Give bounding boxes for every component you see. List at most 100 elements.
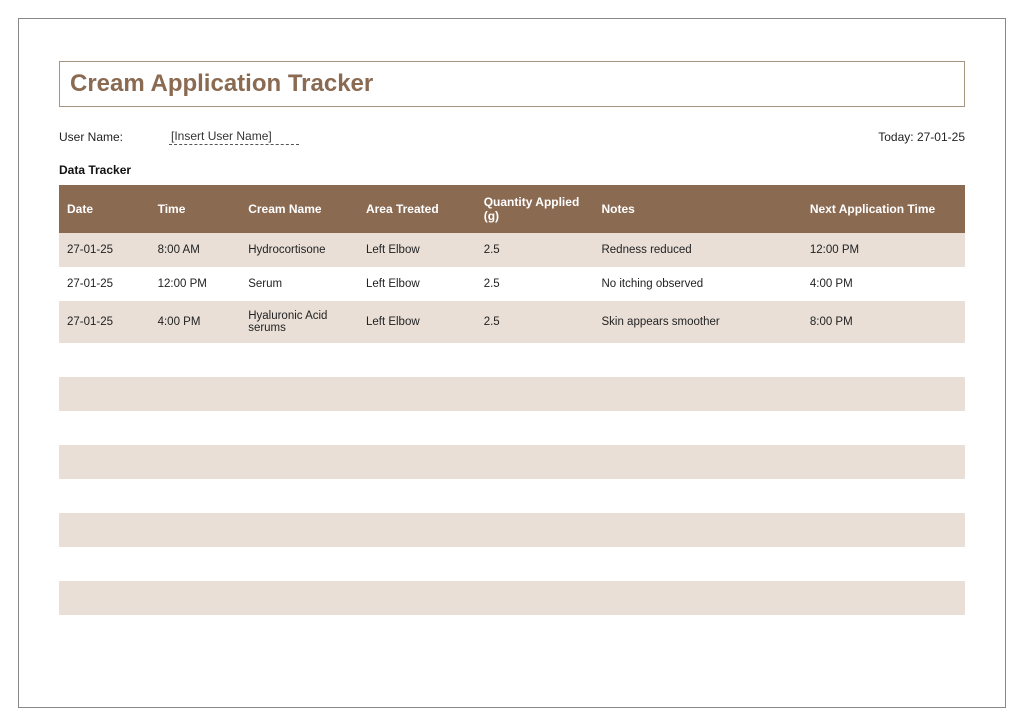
cell-area[interactable]: Left Elbow	[358, 301, 476, 343]
cell-next[interactable]	[802, 445, 965, 479]
cell-cream[interactable]	[240, 479, 358, 513]
cell-area[interactable]	[358, 445, 476, 479]
col-header-qty: Quantity Applied (g)	[476, 185, 594, 233]
cell-notes[interactable]	[593, 615, 801, 649]
cell-area[interactable]	[358, 615, 476, 649]
table-row	[59, 377, 965, 411]
cell-date[interactable]: 27-01-25	[59, 301, 150, 343]
cell-date[interactable]	[59, 615, 150, 649]
cell-date[interactable]: 27-01-25	[59, 233, 150, 267]
cell-next[interactable]: 4:00 PM	[802, 267, 965, 301]
cell-cream[interactable]	[240, 615, 358, 649]
cell-next[interactable]	[802, 377, 965, 411]
cell-date[interactable]: 27-01-25	[59, 267, 150, 301]
cell-time[interactable]	[150, 479, 241, 513]
cell-qty[interactable]	[476, 411, 594, 445]
cell-time[interactable]	[150, 377, 241, 411]
cell-cream[interactable]	[240, 547, 358, 581]
table-row: 27-01-258:00 AMHydrocortisoneLeft Elbow2…	[59, 233, 965, 267]
table-row	[59, 445, 965, 479]
cell-notes[interactable]	[593, 479, 801, 513]
today-value: 27-01-25	[917, 130, 965, 144]
cell-next[interactable]	[802, 411, 965, 445]
cell-qty[interactable]	[476, 377, 594, 411]
cell-date[interactable]	[59, 513, 150, 547]
title-box: Cream Application Tracker	[59, 61, 965, 107]
tracker-table: Date Time Cream Name Area Treated Quanti…	[59, 185, 965, 649]
cell-next[interactable]	[802, 343, 965, 377]
cell-date[interactable]	[59, 411, 150, 445]
table-row	[59, 513, 965, 547]
cell-notes[interactable]	[593, 411, 801, 445]
cell-cream[interactable]	[240, 581, 358, 615]
cell-time[interactable]	[150, 411, 241, 445]
cell-date[interactable]	[59, 445, 150, 479]
cell-area[interactable]	[358, 343, 476, 377]
table-header-row: Date Time Cream Name Area Treated Quanti…	[59, 185, 965, 233]
cell-time[interactable]	[150, 445, 241, 479]
cell-qty[interactable]: 2.5	[476, 233, 594, 267]
cell-cream[interactable]: Hyaluronic Acid serums	[240, 301, 358, 343]
cell-qty[interactable]	[476, 581, 594, 615]
cell-cream[interactable]	[240, 513, 358, 547]
cell-time[interactable]	[150, 615, 241, 649]
cell-notes[interactable]	[593, 343, 801, 377]
cell-cream[interactable]	[240, 343, 358, 377]
cell-next[interactable]	[802, 479, 965, 513]
cell-time[interactable]	[150, 547, 241, 581]
cell-date[interactable]	[59, 343, 150, 377]
table-row	[59, 411, 965, 445]
table-row	[59, 479, 965, 513]
cell-notes[interactable]	[593, 445, 801, 479]
cell-area[interactable]	[358, 547, 476, 581]
cell-area[interactable]	[358, 513, 476, 547]
cell-time[interactable]	[150, 343, 241, 377]
cell-notes[interactable]	[593, 581, 801, 615]
cell-date[interactable]	[59, 479, 150, 513]
cell-area[interactable]	[358, 479, 476, 513]
cell-next[interactable]: 8:00 PM	[802, 301, 965, 343]
cell-cream[interactable]	[240, 377, 358, 411]
cell-area[interactable]	[358, 411, 476, 445]
cell-qty[interactable]	[476, 479, 594, 513]
meta-left: User Name: [Insert User Name]	[59, 129, 299, 145]
cell-cream[interactable]: Hydrocortisone	[240, 233, 358, 267]
cell-notes[interactable]: Redness reduced	[593, 233, 801, 267]
cell-qty[interactable]	[476, 615, 594, 649]
cell-time[interactable]: 12:00 PM	[150, 267, 241, 301]
cell-date[interactable]	[59, 581, 150, 615]
cell-date[interactable]	[59, 547, 150, 581]
username-label: User Name:	[59, 130, 123, 144]
cell-area[interactable]: Left Elbow	[358, 267, 476, 301]
cell-next[interactable]: 12:00 PM	[802, 233, 965, 267]
cell-next[interactable]	[802, 615, 965, 649]
username-field[interactable]: [Insert User Name]	[169, 129, 299, 145]
cell-cream[interactable]	[240, 411, 358, 445]
cell-area[interactable]	[358, 581, 476, 615]
cell-qty[interactable]: 2.5	[476, 301, 594, 343]
cell-area[interactable]	[358, 377, 476, 411]
cell-time[interactable]	[150, 581, 241, 615]
cell-next[interactable]	[802, 547, 965, 581]
col-header-notes: Notes	[593, 185, 801, 233]
cell-notes[interactable]: No itching observed	[593, 267, 801, 301]
cell-notes[interactable]	[593, 547, 801, 581]
cell-notes[interactable]	[593, 513, 801, 547]
cell-notes[interactable]	[593, 377, 801, 411]
cell-qty[interactable]	[476, 445, 594, 479]
cell-time[interactable]: 8:00 AM	[150, 233, 241, 267]
cell-notes[interactable]: Skin appears smoother	[593, 301, 801, 343]
today-label: Today:	[878, 130, 913, 144]
cell-time[interactable]	[150, 513, 241, 547]
cell-qty[interactable]	[476, 513, 594, 547]
cell-time[interactable]: 4:00 PM	[150, 301, 241, 343]
cell-qty[interactable]	[476, 343, 594, 377]
cell-area[interactable]: Left Elbow	[358, 233, 476, 267]
cell-cream[interactable]	[240, 445, 358, 479]
cell-next[interactable]	[802, 513, 965, 547]
cell-qty[interactable]	[476, 547, 594, 581]
cell-qty[interactable]: 2.5	[476, 267, 594, 301]
cell-date[interactable]	[59, 377, 150, 411]
cell-next[interactable]	[802, 581, 965, 615]
cell-cream[interactable]: Serum	[240, 267, 358, 301]
